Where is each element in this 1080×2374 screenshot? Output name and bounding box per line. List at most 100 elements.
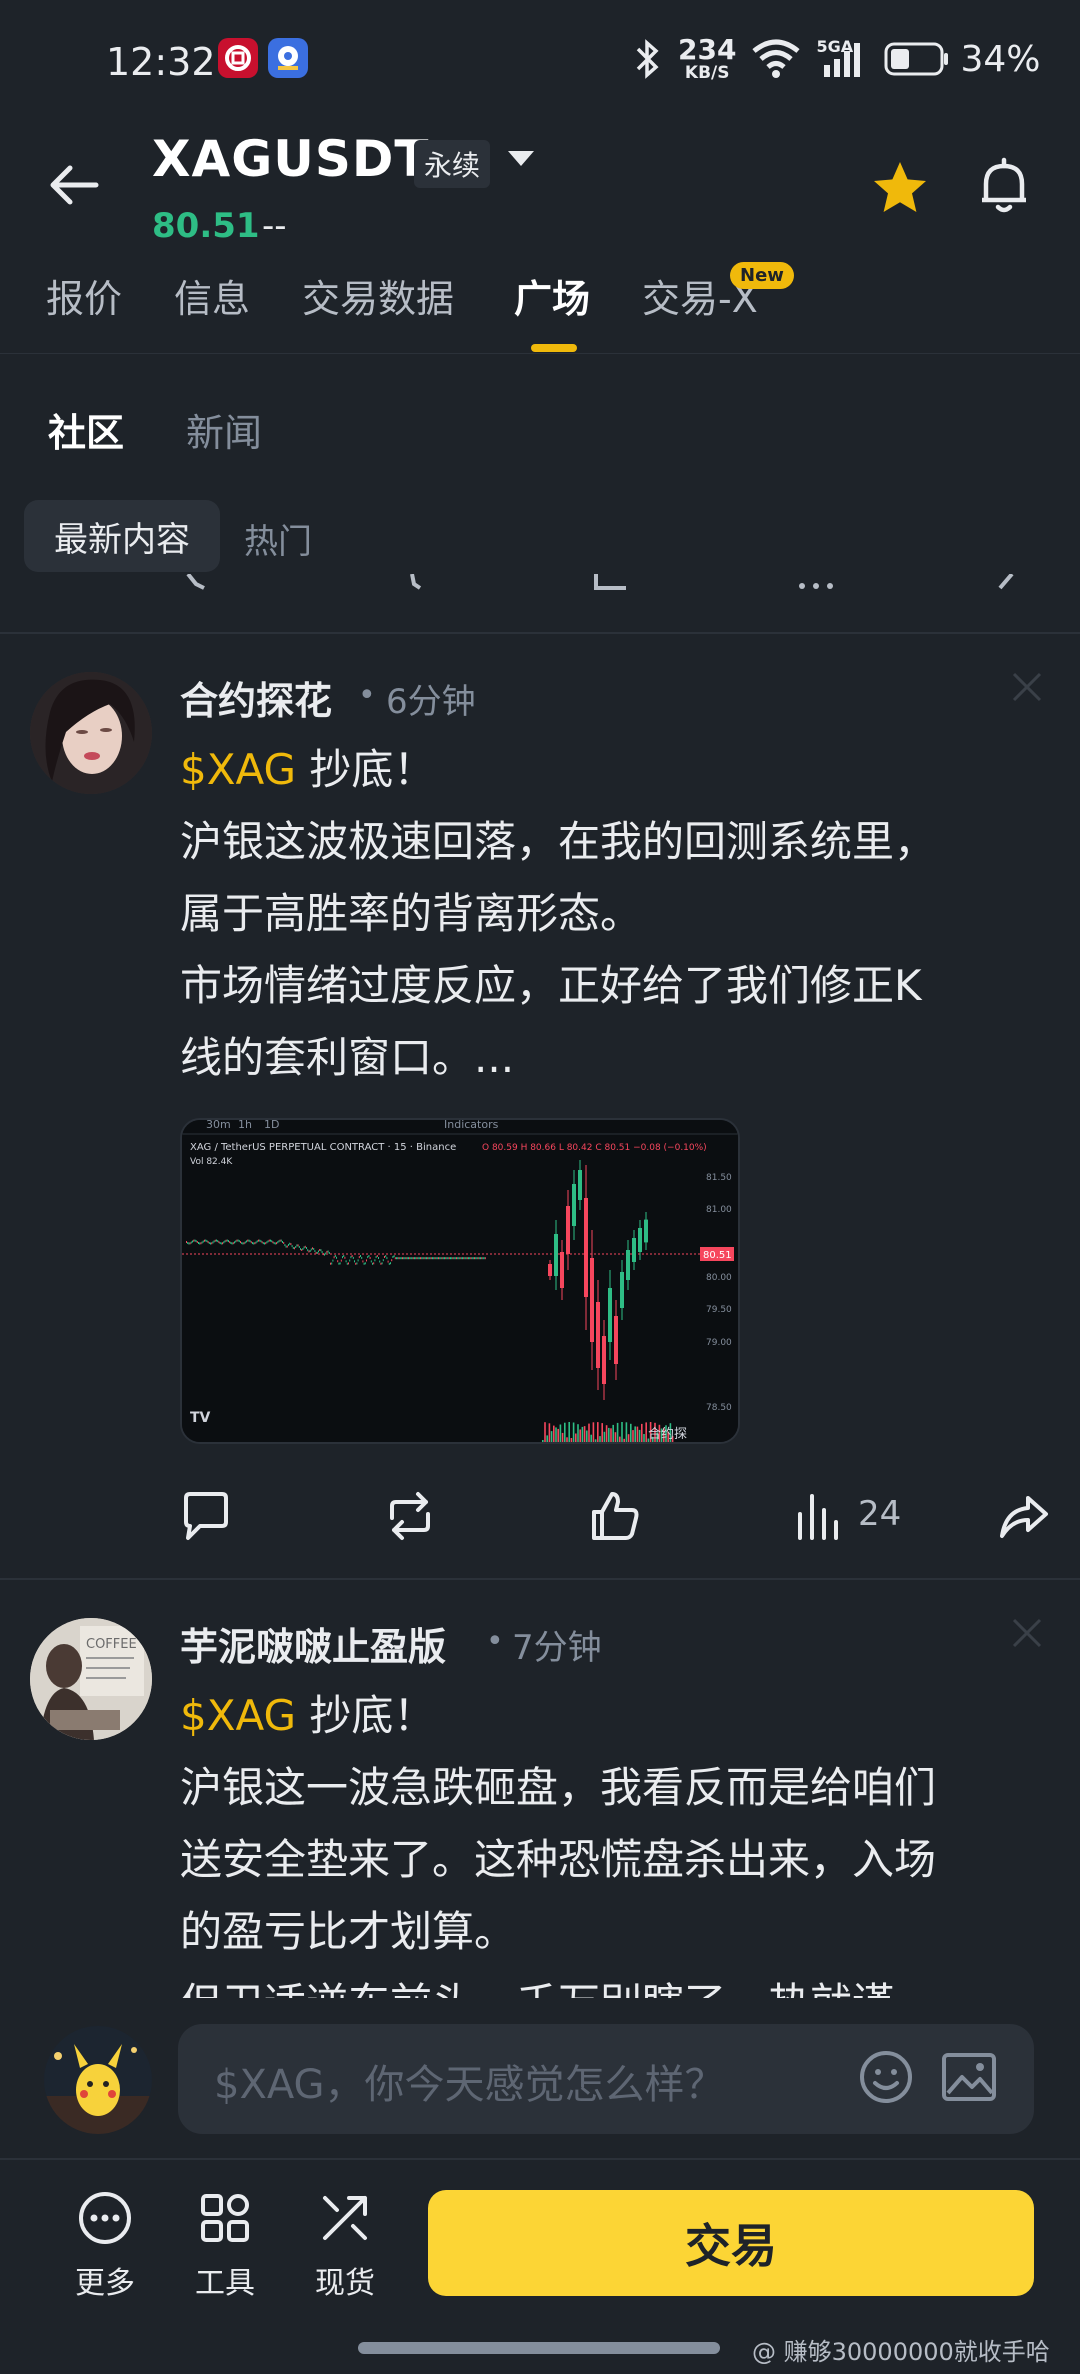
candle bbox=[390, 1262, 391, 1265]
cashtag-link[interactable]: $XAG bbox=[180, 745, 296, 794]
candle bbox=[224, 1240, 226, 1243]
favorite-star-icon[interactable] bbox=[870, 158, 930, 218]
candle bbox=[229, 1241, 231, 1244]
volume-bar bbox=[643, 1434, 645, 1442]
more-button[interactable]: 更多 bbox=[50, 2190, 160, 2302]
subtab-community[interactable]: 社区 bbox=[48, 402, 124, 457]
tools-button[interactable]: 工具 bbox=[170, 2190, 280, 2302]
my-avatar[interactable] bbox=[44, 2026, 152, 2134]
candle bbox=[277, 1241, 279, 1244]
candle bbox=[460, 1257, 462, 1260]
volume-bar bbox=[601, 1423, 603, 1442]
share-icon[interactable] bbox=[996, 1488, 1052, 1544]
spot-button[interactable]: 现货 bbox=[290, 2190, 400, 2302]
candle bbox=[392, 1256, 394, 1258]
candle bbox=[474, 1257, 475, 1260]
candle bbox=[386, 1257, 388, 1260]
candle bbox=[457, 1257, 459, 1260]
repost-icon[interactable] bbox=[382, 1488, 438, 1544]
toolbar-item: 1D bbox=[264, 1120, 279, 1131]
candle bbox=[350, 1256, 352, 1259]
post-chart-image[interactable]: 30m 1h 1D Indicators XAG / TetherUS PERP… bbox=[180, 1118, 740, 1444]
candle bbox=[236, 1239, 238, 1242]
subtab-news[interactable]: 新闻 bbox=[186, 402, 262, 457]
candle bbox=[346, 1262, 348, 1265]
candle bbox=[201, 1241, 203, 1244]
tab-info[interactable]: 信息 bbox=[174, 268, 250, 323]
emoji-icon[interactable] bbox=[856, 2047, 916, 2107]
cashtag-link[interactable]: $XAG bbox=[180, 1691, 296, 1740]
candle bbox=[360, 1255, 361, 1257]
like-icon[interactable] bbox=[586, 1488, 642, 1544]
candle bbox=[242, 1242, 244, 1245]
candle bbox=[228, 1240, 229, 1243]
candle bbox=[283, 1242, 285, 1244]
candle bbox=[368, 1255, 370, 1257]
candle bbox=[388, 1262, 390, 1265]
post-line: 线的套利窗口。... bbox=[180, 1033, 515, 1082]
candle bbox=[264, 1242, 265, 1245]
candle bbox=[372, 1262, 373, 1265]
candle bbox=[252, 1242, 253, 1245]
candle bbox=[328, 1252, 330, 1254]
candle-body bbox=[548, 1264, 552, 1276]
tab-quote[interactable]: 报价 bbox=[46, 268, 122, 323]
volume-bar bbox=[586, 1430, 588, 1442]
trade-button[interactable]: 交易 bbox=[428, 2190, 1034, 2296]
bell-icon[interactable] bbox=[976, 156, 1032, 216]
candle bbox=[424, 1257, 426, 1260]
candle bbox=[376, 1255, 378, 1257]
candle bbox=[248, 1239, 250, 1242]
back-arrow-icon[interactable] bbox=[44, 155, 104, 215]
candle bbox=[414, 1257, 415, 1260]
wifi-icon bbox=[752, 39, 801, 78]
candle bbox=[427, 1257, 429, 1260]
filter-hot[interactable]: 热门 bbox=[244, 514, 312, 563]
candle bbox=[296, 1244, 298, 1247]
views-icon[interactable] bbox=[792, 1488, 848, 1544]
tab-square[interactable]: 广场 bbox=[514, 268, 590, 323]
candle bbox=[267, 1240, 269, 1243]
home-indicator[interactable] bbox=[358, 2342, 720, 2354]
symbol-title[interactable]: XAGUSDT bbox=[152, 130, 430, 188]
last-price: 80.51 bbox=[152, 206, 260, 246]
candle bbox=[435, 1257, 437, 1260]
volume-bar bbox=[555, 1427, 557, 1442]
comment-icon[interactable] bbox=[178, 1488, 234, 1544]
post-author[interactable]: 合约探花 bbox=[180, 670, 332, 725]
candle bbox=[255, 1241, 257, 1244]
close-icon[interactable] bbox=[1010, 1616, 1044, 1650]
volume-bar bbox=[550, 1431, 553, 1442]
post-author[interactable]: 芋泥啵啵止盈版 bbox=[180, 1616, 446, 1671]
candle bbox=[411, 1257, 413, 1260]
candle bbox=[286, 1245, 288, 1248]
tab-trading-data[interactable]: 交易数据 bbox=[302, 268, 454, 323]
image-upload-icon[interactable] bbox=[940, 2047, 998, 2107]
candle bbox=[420, 1257, 421, 1260]
candle bbox=[421, 1257, 423, 1260]
toolbar-item: 30m bbox=[206, 1120, 231, 1131]
candle bbox=[188, 1242, 190, 1245]
volume-bar bbox=[614, 1432, 617, 1442]
volume-bar bbox=[568, 1422, 570, 1442]
candle bbox=[446, 1257, 448, 1260]
candle bbox=[337, 1260, 339, 1263]
candle bbox=[343, 1255, 345, 1257]
candle bbox=[384, 1256, 385, 1258]
candle bbox=[319, 1249, 321, 1251]
chevron-down-icon[interactable] bbox=[508, 151, 534, 166]
candle bbox=[292, 1247, 294, 1249]
more-icon bbox=[79, 2192, 131, 2244]
filter-latest[interactable]: 最新内容 bbox=[24, 500, 220, 572]
volume-bar bbox=[632, 1430, 634, 1442]
candle bbox=[270, 1239, 271, 1242]
post-line: 沪银这波极速回落，在我的回测系统里， bbox=[180, 817, 937, 866]
avatar[interactable] bbox=[30, 672, 152, 794]
watermark-text: @ 赚够30000000就收手哈 bbox=[752, 2338, 1050, 2366]
contract-type-tag: 永续 bbox=[414, 140, 491, 188]
volume-bar bbox=[590, 1434, 592, 1442]
volume-bar bbox=[575, 1433, 577, 1442]
close-icon[interactable] bbox=[1010, 670, 1044, 704]
candle bbox=[387, 1260, 389, 1263]
candle bbox=[402, 1257, 403, 1260]
